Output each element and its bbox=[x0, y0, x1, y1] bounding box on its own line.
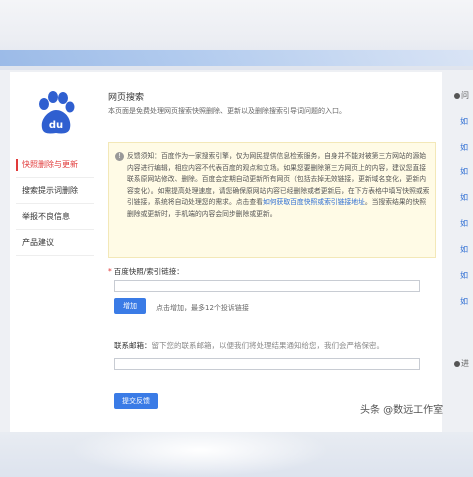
sidebar-item-snapshot[interactable]: 快照删除与更新 bbox=[16, 152, 94, 178]
sidebar-item-report[interactable]: 举报不良信息 bbox=[16, 204, 94, 230]
help-link[interactable]: 如 bbox=[460, 192, 468, 203]
submit-feedback-button[interactable]: 提交反馈 bbox=[114, 393, 158, 409]
source-watermark: 头条 @数远工作室 bbox=[360, 405, 444, 416]
email-input[interactable] bbox=[114, 358, 420, 370]
header-strip bbox=[0, 50, 473, 66]
email-field-label: 联系邮箱：留下您的联系邮箱，以便我们将处理结果通知给您，我们会严格保密。 bbox=[114, 341, 384, 350]
page-title: 网页搜索 bbox=[108, 93, 145, 103]
right-help-column: 问 如 如 如 如 如 如 如 如 进 bbox=[452, 80, 473, 380]
help-link[interactable]: 如 bbox=[460, 244, 468, 255]
sidebar-item-product-advice[interactable]: 产品建议 bbox=[16, 230, 94, 256]
url-field-label: * 百度快照/索引链接： bbox=[108, 267, 184, 276]
help-link[interactable]: 如 bbox=[460, 116, 468, 127]
add-link-hint: 点击增加，最多12个投诉链接 bbox=[156, 304, 249, 312]
add-link-button[interactable]: 增加 bbox=[114, 298, 146, 314]
sidebar: du 快照删除与更新 搜索提示词删除 举报不良信息 产品建议 bbox=[10, 72, 98, 432]
bottom-banner bbox=[0, 432, 473, 477]
svg-text:du: du bbox=[49, 120, 63, 131]
url-input[interactable] bbox=[114, 280, 420, 292]
bottom-glow bbox=[70, 432, 330, 477]
baidu-paw-logo: du bbox=[34, 90, 78, 140]
page-description: 本页面是免费处理网页搜索快照删除、更新以及删除搜索引导词问题的入口。 bbox=[108, 107, 346, 115]
help-heading: 问 bbox=[454, 90, 469, 101]
progress-icon bbox=[454, 360, 460, 367]
notice-box: ! 反馈须知：百度作为一家搜索引擎，仅为网民提供信息检索服务，自身并不能对被第三… bbox=[108, 142, 436, 258]
info-icon: ! bbox=[115, 152, 124, 161]
help-link[interactable]: 如 bbox=[460, 166, 468, 177]
feedback-card: du 快照删除与更新 搜索提示词删除 举报不良信息 产品建议 网页搜索 本页面是… bbox=[10, 72, 442, 432]
help-link[interactable]: 如 bbox=[460, 296, 468, 307]
help-link[interactable]: 如 bbox=[460, 142, 468, 153]
help-link[interactable]: 如 bbox=[460, 218, 468, 229]
notice-text: 反馈须知：百度作为一家搜索引擎，仅为网民提供信息检索服务，自身并不能对被第三方网… bbox=[127, 152, 430, 218]
sidebar-item-suggestion-delete[interactable]: 搜索提示词删除 bbox=[16, 178, 94, 204]
snapshot-link-help[interactable]: 如何获取百度快照或索引链接地址 bbox=[263, 198, 365, 206]
help-link[interactable]: 如 bbox=[460, 270, 468, 281]
progress-heading: 进 bbox=[454, 358, 469, 369]
top-banner bbox=[0, 0, 473, 70]
help-icon bbox=[454, 92, 460, 99]
